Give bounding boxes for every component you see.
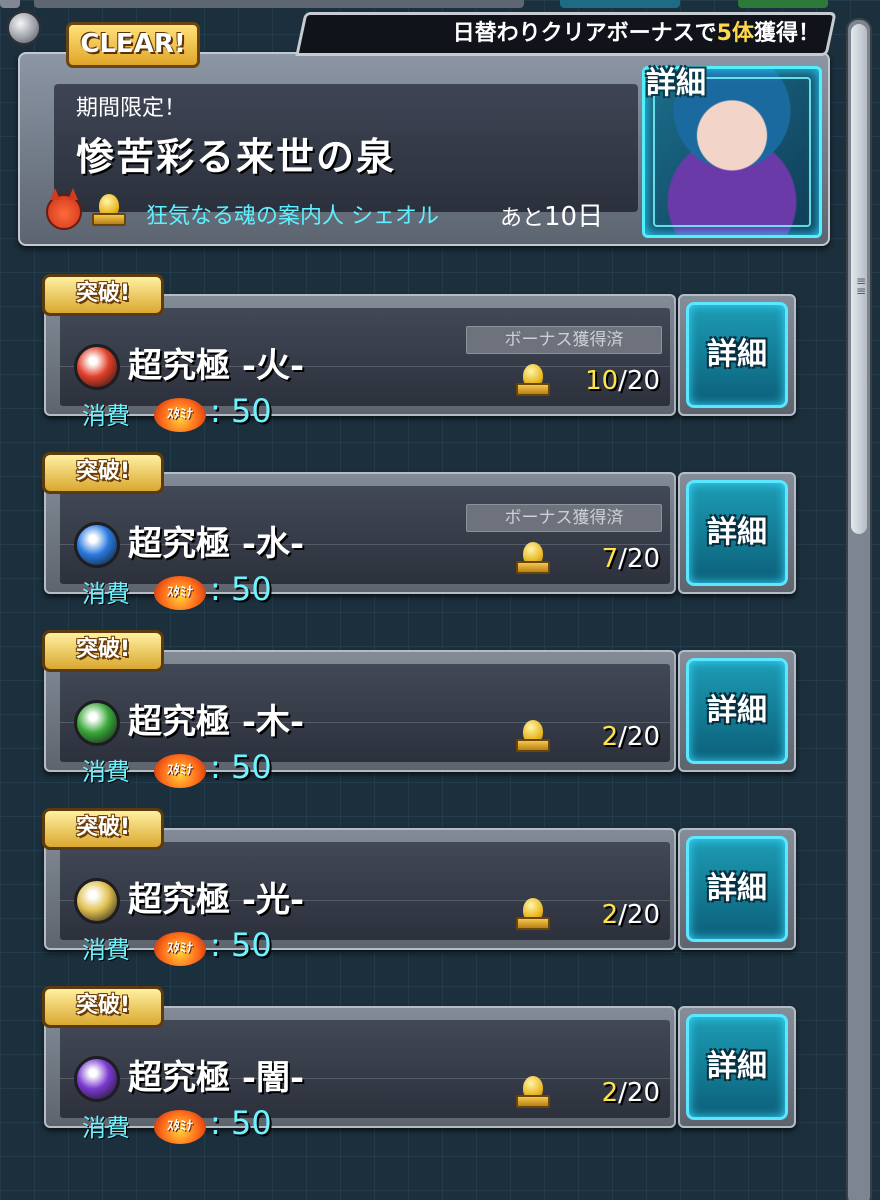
pin-icon	[6, 10, 42, 46]
clear-count-current: 7	[601, 544, 619, 574]
bonus-banner: 日替わりクリアボーナスで5体獲得！	[320, 16, 820, 52]
egg-count-icon	[516, 720, 550, 754]
bonus-status-badge: ボーナス獲得済	[466, 504, 662, 532]
clear-count-current: 2	[601, 1078, 619, 1108]
dark-element-icon	[74, 1056, 120, 1102]
bonus-suffix: 獲得！	[753, 21, 820, 46]
bonus-count: 5体	[716, 21, 754, 46]
detail-button-label[interactable]: 詳細	[686, 836, 788, 942]
scrollbar[interactable]: ≡ ≡	[846, 18, 872, 1200]
egg-bonus-icon	[92, 194, 126, 228]
quest-title: 超究極 -火-	[128, 346, 305, 386]
stamina-value: : 50	[210, 570, 272, 608]
wood-element-icon	[74, 700, 120, 746]
stamina-icon: ｽﾀﾐﾅ	[154, 398, 206, 432]
egg-count-icon	[516, 898, 550, 932]
bonus-status-badge: ボーナス獲得済	[466, 326, 662, 354]
detail-button-label[interactable]: 詳細	[686, 480, 788, 586]
egg-count-icon	[516, 1076, 550, 1110]
breakthrough-badge: 突破!	[42, 630, 164, 672]
quest-row-wood[interactable]: 超究極 -木- 2/20 消費 ｽﾀﾐﾅ : 50 突破! 詳細	[40, 624, 796, 794]
cost-label: 消費	[82, 580, 130, 608]
clear-count-total: /20	[618, 1078, 660, 1108]
breakthrough-badge: 突破!	[42, 808, 164, 850]
clear-count-current: 2	[601, 900, 619, 930]
detail-button-label[interactable]: 詳細	[686, 658, 788, 764]
quest-row-light[interactable]: 超究極 -光- 2/20 消費 ｽﾀﾐﾅ : 50 突破! 詳細	[40, 802, 796, 972]
remaining-prefix: あと	[500, 206, 545, 231]
stamina-icon: ｽﾀﾐﾅ	[154, 576, 206, 610]
stamina-icon: ｽﾀﾐﾅ	[154, 932, 206, 966]
event-remaining: あと10日	[500, 196, 603, 233]
detail-button[interactable]: 詳細	[678, 1006, 796, 1128]
breakthrough-badge: 突破!	[42, 986, 164, 1028]
quest-title: 超究極 -水-	[128, 524, 305, 564]
quest-title: 超究極 -木-	[128, 702, 305, 742]
clear-count: 2/20	[556, 900, 660, 930]
clear-count: 10/20	[556, 366, 660, 396]
egg-count-icon	[516, 542, 550, 576]
clear-count-current: 2	[601, 722, 619, 752]
event-icons	[46, 188, 138, 232]
detail-button[interactable]: 詳細	[678, 650, 796, 772]
quest-title: 超究極 -光-	[128, 880, 305, 920]
clear-count-total: /20	[618, 900, 660, 930]
scroll-grip-icon: ≡ ≡	[856, 274, 867, 298]
detail-button-label[interactable]: 詳細	[686, 302, 788, 408]
bonus-prefix: 日替わりクリアボーナスで	[452, 21, 717, 46]
breakthrough-badge: 突破!	[42, 274, 164, 316]
detail-button-label[interactable]: 詳細	[686, 1014, 788, 1120]
event-title: 惨苦彩る来世の泉	[76, 134, 397, 179]
stamina-value: : 50	[210, 748, 272, 786]
event-subtitle: 期間限定！	[76, 96, 187, 121]
cost-label: 消費	[82, 402, 130, 430]
remaining-value: 10日	[544, 202, 604, 232]
clear-count-current: 10	[585, 366, 619, 396]
detail-button[interactable]: 詳細	[678, 472, 796, 594]
event-guide-name: 狂気なる魂の案内人 シェオル	[146, 204, 439, 229]
cost-label: 消費	[82, 936, 130, 964]
quest-row-dark[interactable]: 超究極 -闇- 2/20 消費 ｽﾀﾐﾅ : 50 突破! 詳細	[40, 980, 796, 1150]
water-element-icon	[74, 522, 120, 568]
quest-row-water[interactable]: 超究極 -水- ボーナス獲得済 7/20 消費 ｽﾀﾐﾅ : 50 突破! 詳細	[40, 446, 796, 616]
clear-count: 2/20	[556, 722, 660, 752]
clear-count: 2/20	[556, 1078, 660, 1108]
quest-row-fire[interactable]: 超究極 -火- ボーナス獲得済 10/20 消費 ｽﾀﾐﾅ : 50 突破! 詳…	[40, 268, 796, 438]
stamina-icon: ｽﾀﾐﾅ	[154, 1110, 206, 1144]
stamina-icon: ｽﾀﾐﾅ	[154, 754, 206, 788]
stamina-value: : 50	[210, 1104, 272, 1142]
devil-icon	[46, 188, 82, 230]
egg-count-icon	[516, 364, 550, 398]
stamina-value: : 50	[210, 926, 272, 964]
light-element-icon	[74, 878, 120, 924]
cost-label: 消費	[82, 758, 130, 786]
clear-badge: CLEAR!	[66, 22, 200, 68]
detail-button[interactable]: 詳細	[678, 294, 796, 416]
clear-count-total: /20	[618, 722, 660, 752]
fire-element-icon	[74, 344, 120, 390]
clear-count-total: /20	[618, 544, 660, 574]
detail-button[interactable]: 詳細	[678, 828, 796, 950]
breakthrough-badge: 突破!	[42, 452, 164, 494]
top-strip	[0, 0, 880, 10]
clear-count-total: /20	[618, 366, 660, 396]
stamina-value: : 50	[210, 392, 272, 430]
clear-count: 7/20	[556, 544, 660, 574]
event-detail-label[interactable]: 詳細	[646, 58, 706, 102]
cost-label: 消費	[82, 1114, 130, 1142]
quest-title: 超究極 -闇-	[128, 1058, 305, 1098]
